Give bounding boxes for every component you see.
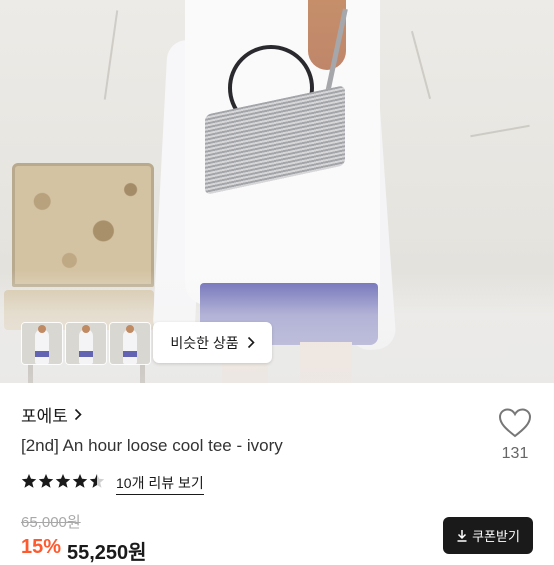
- product-main-image[interactable]: 비슷한 상품: [0, 0, 554, 383]
- like-count: 131: [501, 445, 529, 462]
- download-icon: [457, 530, 467, 542]
- thumbnail-1[interactable]: [21, 322, 63, 365]
- wall-crack: [470, 124, 530, 138]
- coupon-label: 쿠폰받기: [472, 529, 520, 544]
- chevron-right-icon: [247, 336, 255, 349]
- thumbnail-2[interactable]: [65, 322, 107, 365]
- star-icon: [38, 474, 54, 488]
- discount-rate: 15%: [21, 536, 62, 558]
- original-price: 65,000원: [21, 514, 81, 531]
- chevron-right-icon: [74, 408, 82, 421]
- shop-link[interactable]: 포에토: [21, 402, 82, 427]
- chair-back: [12, 163, 154, 287]
- rating-stars: [21, 473, 105, 489]
- similar-products-label: 비슷한 상품: [170, 334, 239, 351]
- product-title: [2nd] An hour loose cool tee - ivory: [21, 436, 283, 455]
- similar-products-button[interactable]: 비슷한 상품: [153, 322, 272, 363]
- star-icon: [89, 474, 105, 488]
- shop-name: 포에토: [21, 407, 68, 426]
- sale-price: 55,250원: [67, 542, 147, 564]
- wall-crack: [410, 30, 432, 100]
- star-icon: [21, 474, 37, 488]
- wall-crack: [103, 10, 119, 100]
- star-icon: [72, 474, 88, 488]
- heart-outline-icon[interactable]: [498, 407, 532, 439]
- coupon-button[interactable]: 쿠폰받기: [443, 517, 533, 554]
- review-link[interactable]: 10개 리뷰 보기: [116, 473, 204, 495]
- thumbnail-3[interactable]: [109, 322, 151, 365]
- star-icon: [55, 474, 71, 488]
